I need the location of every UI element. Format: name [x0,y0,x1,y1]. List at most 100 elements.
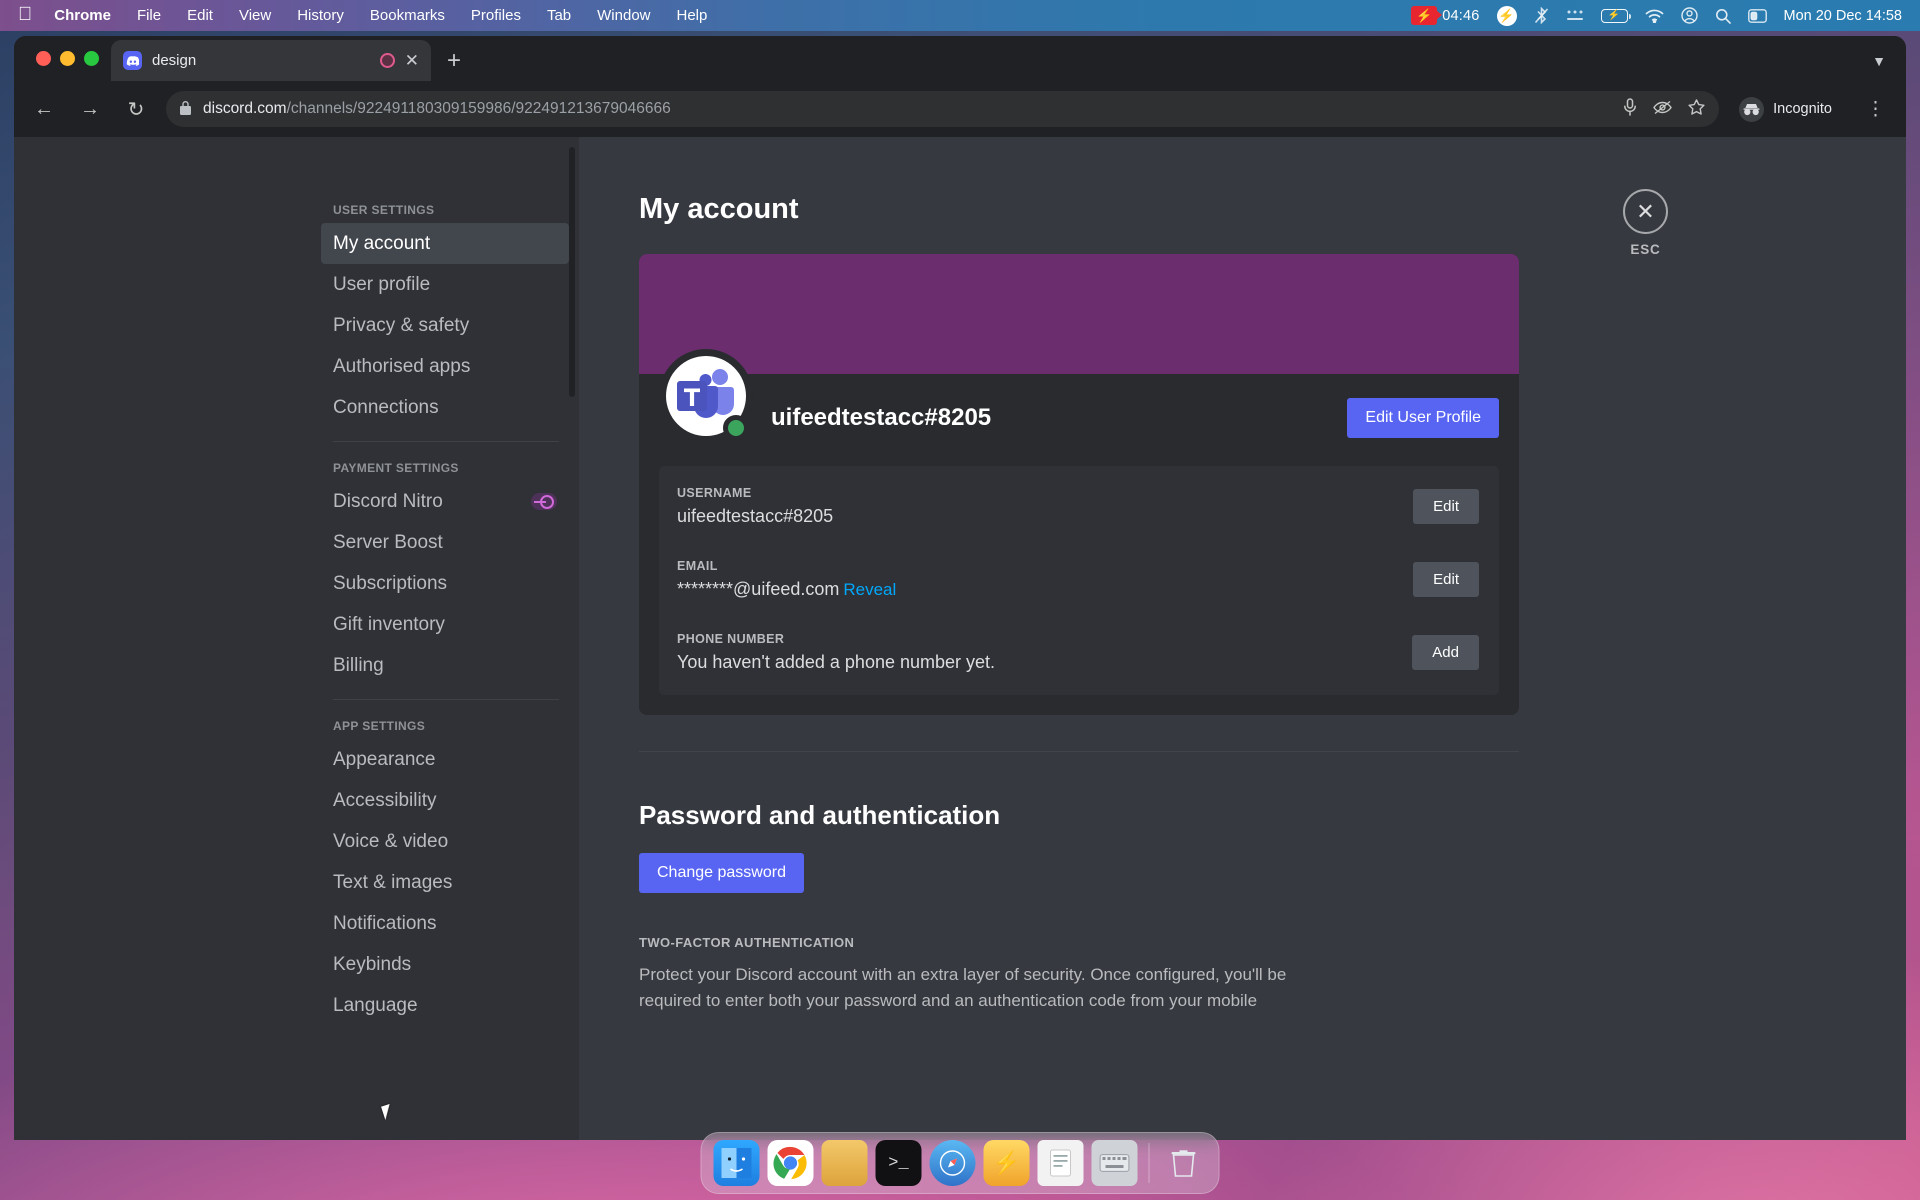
menu-history[interactable]: History [284,0,357,31]
edit-email-button[interactable]: Edit [1413,562,1479,597]
maximize-window-button[interactable] [84,51,99,66]
kebab-menu-icon[interactable]: ⋮ [1860,98,1892,121]
close-icon: ✕ [1623,189,1668,234]
new-tab-button[interactable]: + [447,49,461,73]
browser-tab-design[interactable]: design ✕ [111,40,431,81]
discord-icon [123,51,142,70]
menu-window[interactable]: Window [584,0,663,31]
settings-content: My account uifeedtestacc#8205 Edit User … [579,137,1906,1140]
sidebar-header-payment-settings: PAYMENT SETTINGS [333,461,459,475]
sidebar-item-privacy-safety[interactable]: Privacy & safety [321,305,569,346]
back-arrow-icon[interactable]: ← [28,98,60,121]
sidebar-item-language[interactable]: Language [321,985,569,1026]
document-icon[interactable] [1037,1140,1084,1186]
sidebar-item-appearance[interactable]: Appearance [321,739,569,780]
reveal-email-link[interactable]: Reveal [843,580,896,599]
close-window-button[interactable] [36,51,51,66]
field-value: uifeedtestacc#8205 [677,506,834,526]
avatar[interactable] [659,349,753,443]
menu-bookmarks[interactable]: Bookmarks [357,0,458,31]
close-tab-button[interactable]: ✕ [405,52,419,69]
bluetooth-off-icon[interactable] [1534,7,1549,24]
sidebar-item-subscriptions[interactable]: Subscriptions [321,563,569,604]
menu-tab[interactable]: Tab [534,0,584,31]
screen-recording-indicator[interactable]: ⚡ 04:46 [1411,6,1479,25]
browser-tab-title: design [152,52,197,69]
lock-icon[interactable] [180,100,191,118]
account-card: uifeedtestacc#8205 Edit User Profile USE… [639,254,1519,715]
edit-username-button[interactable]: Edit [1413,489,1479,524]
files-icon[interactable] [821,1140,868,1186]
chevron-down-icon[interactable]: ▼ [1872,53,1906,81]
compass-icon[interactable] [929,1140,976,1186]
menu-chrome[interactable]: Chrome [54,0,124,31]
sidebar-item-accessibility[interactable]: Accessibility [321,780,569,821]
sidebar-item-label: Connections [333,397,439,418]
window-traffic-lights [28,36,111,81]
bookmark-star-icon[interactable] [1688,99,1705,119]
account-icon[interactable] [1680,7,1698,24]
field-email: EMAIL ********@uifeed.com Reveal [677,559,896,600]
sidebar-item-voice-video[interactable]: Voice & video [321,821,569,862]
sidebar-item-my-account[interactable]: My account [321,223,569,264]
menu-help[interactable]: Help [664,0,721,31]
change-password-button[interactable]: Change password [639,853,804,893]
menu-file[interactable]: File [124,0,174,31]
sidebar-item-gift-inventory[interactable]: Gift inventory [321,604,569,645]
omnibar-actions [1623,98,1705,120]
trash-icon[interactable] [1161,1140,1207,1186]
keyboard-icon[interactable] [1091,1140,1138,1186]
sidebar-item-label: Privacy & safety [333,315,470,336]
sidebar-item-authorised-apps[interactable]: Authorised apps [321,346,569,387]
sidebar-item-notifications[interactable]: Notifications [321,903,569,944]
macos-menubar:  Chrome File Edit View History Bookmark… [0,0,1920,31]
field-label: EMAIL [677,559,718,573]
close-settings-button[interactable]: ✕ ESC [1623,189,1668,257]
minimize-window-button[interactable] [60,51,75,66]
screen-recording-icon: ⚡ [1411,6,1443,25]
menu-profiles[interactable]: Profiles [458,0,534,31]
edit-user-profile-button[interactable]: Edit User Profile [1347,398,1499,438]
finder-icon[interactable] [713,1140,760,1186]
menu-view[interactable]: View [226,0,284,31]
field-action-wrap: Edit [1413,562,1479,597]
sidebar-item-connections[interactable]: Connections [321,387,569,428]
terminal-icon[interactable]: >_ [875,1140,922,1186]
incognito-profile-chip[interactable]: Incognito [1733,92,1846,126]
sidebar-divider [333,699,559,700]
microphone-icon[interactable] [1623,98,1637,120]
wifi-icon[interactable] [1645,9,1664,23]
sidebar-item-user-profile[interactable]: User profile [321,264,569,305]
reload-icon[interactable]: ↻ [120,97,152,122]
url-input[interactable]: discord.com/channels/922491180309159986/… [166,91,1720,127]
tab-recording-icon[interactable] [379,53,395,68]
control-center-icon[interactable] [1566,9,1584,23]
page-title: My account [639,193,799,225]
menu-edit[interactable]: Edit [174,0,226,31]
sidebar-item-label: Discord Nitro [333,491,443,512]
eye-off-icon[interactable] [1653,100,1672,119]
sidebar-item-billing[interactable]: Billing [321,645,569,686]
url-host: discord.com [203,100,287,117]
sidebar-item-text-images[interactable]: Text & images [321,862,569,903]
section-divider [639,751,1519,752]
apple-logo-icon[interactable]:  [18,5,32,24]
sidebar-item-server-boost[interactable]: Server Boost [321,522,569,563]
control-center-toggle-icon[interactable] [1747,8,1767,23]
account-display-name: uifeedtestacc#8205 [771,404,992,431]
sidebar-scrollbar[interactable] [569,147,575,397]
menubar-clock[interactable]: Mon 20 Dec 14:58 [1784,8,1903,24]
bolt-icon[interactable]: ⚡ [1496,5,1517,26]
sidebar-item-keybinds[interactable]: Keybinds [321,944,569,985]
forward-arrow-icon[interactable]: → [74,98,106,121]
nitro-badge-icon [531,493,557,510]
add-phone-button[interactable]: Add [1412,635,1479,670]
chrome-icon[interactable] [767,1140,814,1186]
battery-charging-icon[interactable]: ⚡ [1600,8,1631,23]
esc-label: ESC [1630,242,1661,257]
search-icon[interactable] [1715,8,1731,24]
two-factor-authentication-label: TWO-FACTOR AUTHENTICATION [639,935,855,950]
bolt-app-icon[interactable]: ⚡ [983,1140,1030,1186]
sidebar-item-label: Notifications [333,913,437,934]
sidebar-item-discord-nitro[interactable]: Discord Nitro [321,481,569,522]
